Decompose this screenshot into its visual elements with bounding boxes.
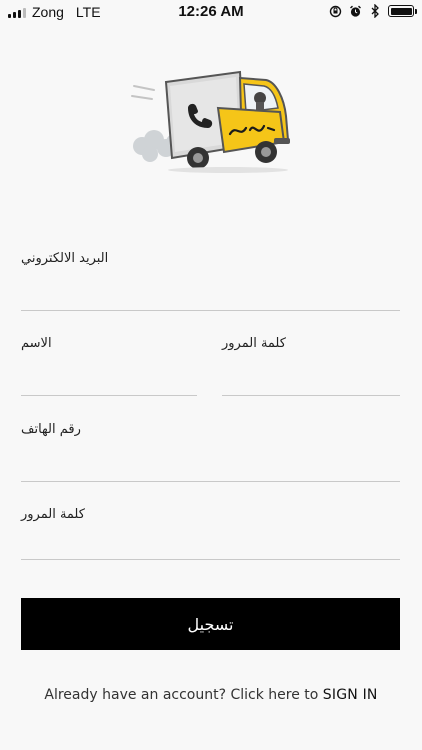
rotation-lock-icon xyxy=(328,4,342,18)
confirm-password-label: كلمة المرور xyxy=(21,507,85,522)
name-underline xyxy=(21,395,197,396)
phone-label: رقم الهاتف xyxy=(21,422,81,437)
name-field[interactable]: الاسم xyxy=(21,336,197,396)
bluetooth-icon xyxy=(368,4,382,18)
email-field[interactable]: البريد الالكتروني xyxy=(21,251,400,311)
name-input[interactable] xyxy=(21,366,197,392)
delivery-truck-icon xyxy=(131,70,290,173)
email-underline xyxy=(21,310,400,311)
status-bar: Zong LTE 12:26 AM xyxy=(0,0,422,24)
signin-row: Already have an account? Click here to S… xyxy=(0,687,422,703)
status-bar-right xyxy=(328,4,417,18)
signin-link[interactable]: SIGN IN xyxy=(323,687,378,703)
email-input[interactable] xyxy=(21,281,400,307)
email-label: البريد الالكتروني xyxy=(21,251,109,266)
app-logo xyxy=(128,68,294,176)
name-label: الاسم xyxy=(21,336,52,351)
battery-icon xyxy=(388,5,417,17)
signin-prompt: Already have an account? Click here to xyxy=(44,687,319,703)
phone-field[interactable]: رقم الهاتف xyxy=(21,422,400,482)
phone-input[interactable] xyxy=(21,452,400,478)
password-label: كلمة المرور xyxy=(222,336,286,351)
password-field[interactable]: كلمة المرور xyxy=(222,336,400,396)
phone-underline xyxy=(21,481,400,482)
alarm-clock-icon xyxy=(348,4,362,18)
confirm-password-underline xyxy=(21,559,400,560)
password-underline xyxy=(222,395,400,396)
register-button[interactable]: تسجيل xyxy=(21,598,400,650)
confirm-password-input[interactable] xyxy=(21,530,400,556)
password-input[interactable] xyxy=(222,366,400,392)
confirm-password-field[interactable]: كلمة المرور xyxy=(21,507,400,560)
